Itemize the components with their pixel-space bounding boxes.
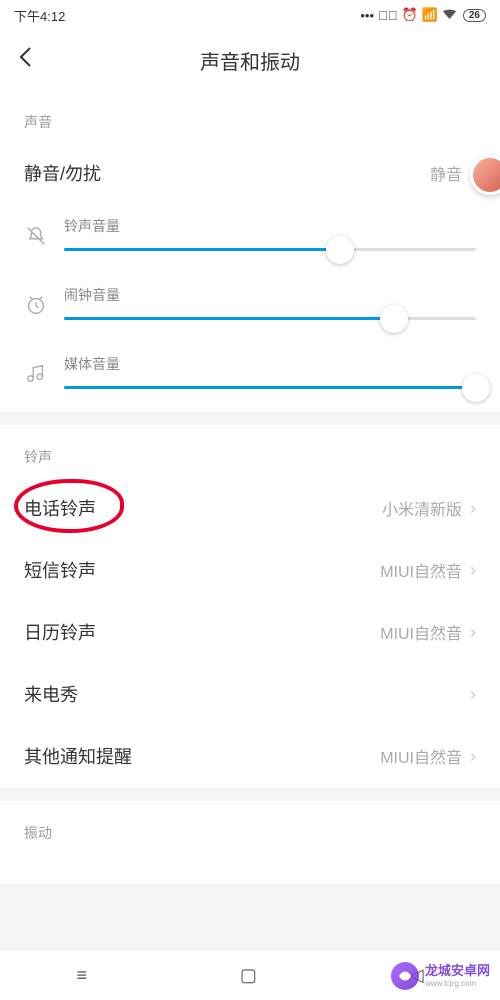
phone-ringtone-text: 小米清新版 [382, 496, 462, 520]
alarm-volume-row: 闹钟音量 [0, 273, 500, 342]
bell-mute-icon [24, 225, 48, 251]
other-notification-value: MIUI自然音 › [380, 744, 476, 768]
page-title: 声音和振动 [200, 46, 300, 75]
phone-ringtone-label: 电话铃声 [24, 495, 96, 521]
watermark-logo-icon [391, 962, 419, 990]
status-icons: ••• ✕⃠ ⏰ 📶 [360, 7, 457, 23]
other-notification-row[interactable]: 其他通知提醒 MIUI自然音 › [0, 725, 500, 787]
vibration-row-partial[interactable] [0, 853, 500, 883]
slider-thumb[interactable] [380, 305, 408, 333]
calendar-ringtone-row[interactable]: 日历铃声 MIUI自然音 › [0, 601, 500, 663]
wifi-icon [442, 8, 457, 23]
nav-home-icon[interactable]: ▢ [240, 965, 257, 986]
section-header-ringtone: 铃声 [0, 425, 500, 477]
caller-show-row[interactable]: 来电秀 › [0, 663, 500, 725]
slider-thumb[interactable] [462, 374, 490, 402]
signal-icon: 📶 [422, 7, 438, 23]
alarm-icon: ⏰ [402, 7, 418, 23]
nav-recents-icon[interactable]: ≡ [76, 965, 87, 986]
section-header-vibration: 振动 [0, 801, 500, 853]
sms-ringtone-text: MIUI自然音 [380, 558, 462, 582]
phone-ringtone-value: 小米清新版 › [382, 496, 476, 520]
media-volume-label: 媒体音量 [64, 354, 476, 374]
status-time: 下午4:12 [14, 6, 65, 25]
alarm-volume-label: 闹钟音量 [64, 285, 476, 305]
ring-volume-label: 铃声音量 [64, 216, 476, 236]
other-notification-text: MIUI自然音 [380, 744, 462, 768]
slider-thumb[interactable] [326, 236, 354, 264]
header: 声音和振动 [0, 30, 500, 90]
watermark-sub: www.lcjrg.com [425, 979, 490, 988]
phone-ringtone-row[interactable]: 电话铃声 小米清新版 › [0, 477, 500, 539]
calendar-ringtone-value: MIUI自然音 › [380, 620, 476, 644]
sms-ringtone-value: MIUI自然音 › [380, 558, 476, 582]
section-header-sound: 声音 [0, 90, 500, 142]
dots-icon: ••• [360, 8, 374, 23]
chevron-right-icon: › [470, 498, 476, 519]
media-volume-row: 媒体音量 [0, 342, 500, 411]
mute-dnd-label: 静音/勿扰 [24, 160, 101, 186]
watermark-title: 龙城安卓网 [425, 964, 490, 978]
back-button[interactable] [18, 46, 48, 75]
other-notification-label: 其他通知提醒 [24, 743, 132, 769]
chevron-right-icon: › [470, 684, 476, 705]
chevron-right-icon: › [470, 560, 476, 581]
mute-dnd-row[interactable]: 静音/勿扰 静音 › [0, 142, 500, 204]
mute-value-text: 静音 [430, 161, 462, 185]
dnd-icon: ✕⃠ [378, 8, 398, 23]
caller-show-value: › [470, 684, 476, 705]
status-bar: 下午4:12 ••• ✕⃠ ⏰ 📶 26 [0, 0, 500, 30]
caller-show-label: 来电秀 [24, 681, 78, 707]
watermark: 龙城安卓网 www.lcjrg.com [391, 962, 490, 990]
calendar-ringtone-label: 日历铃声 [24, 619, 96, 645]
music-note-icon [24, 363, 48, 389]
sms-ringtone-label: 短信铃声 [24, 557, 96, 583]
clock-icon [24, 294, 48, 320]
battery-badge: 26 [463, 9, 486, 22]
alarm-volume-slider[interactable] [64, 317, 476, 320]
media-volume-slider[interactable] [64, 386, 476, 389]
chevron-right-icon: › [470, 746, 476, 767]
ring-volume-slider[interactable] [64, 248, 476, 251]
chevron-right-icon: › [470, 622, 476, 643]
calendar-ringtone-text: MIUI自然音 [380, 620, 462, 644]
sms-ringtone-row[interactable]: 短信铃声 MIUI自然音 › [0, 539, 500, 601]
status-right: ••• ✕⃠ ⏰ 📶 26 [360, 7, 486, 23]
ring-volume-row: 铃声音量 [0, 204, 500, 273]
